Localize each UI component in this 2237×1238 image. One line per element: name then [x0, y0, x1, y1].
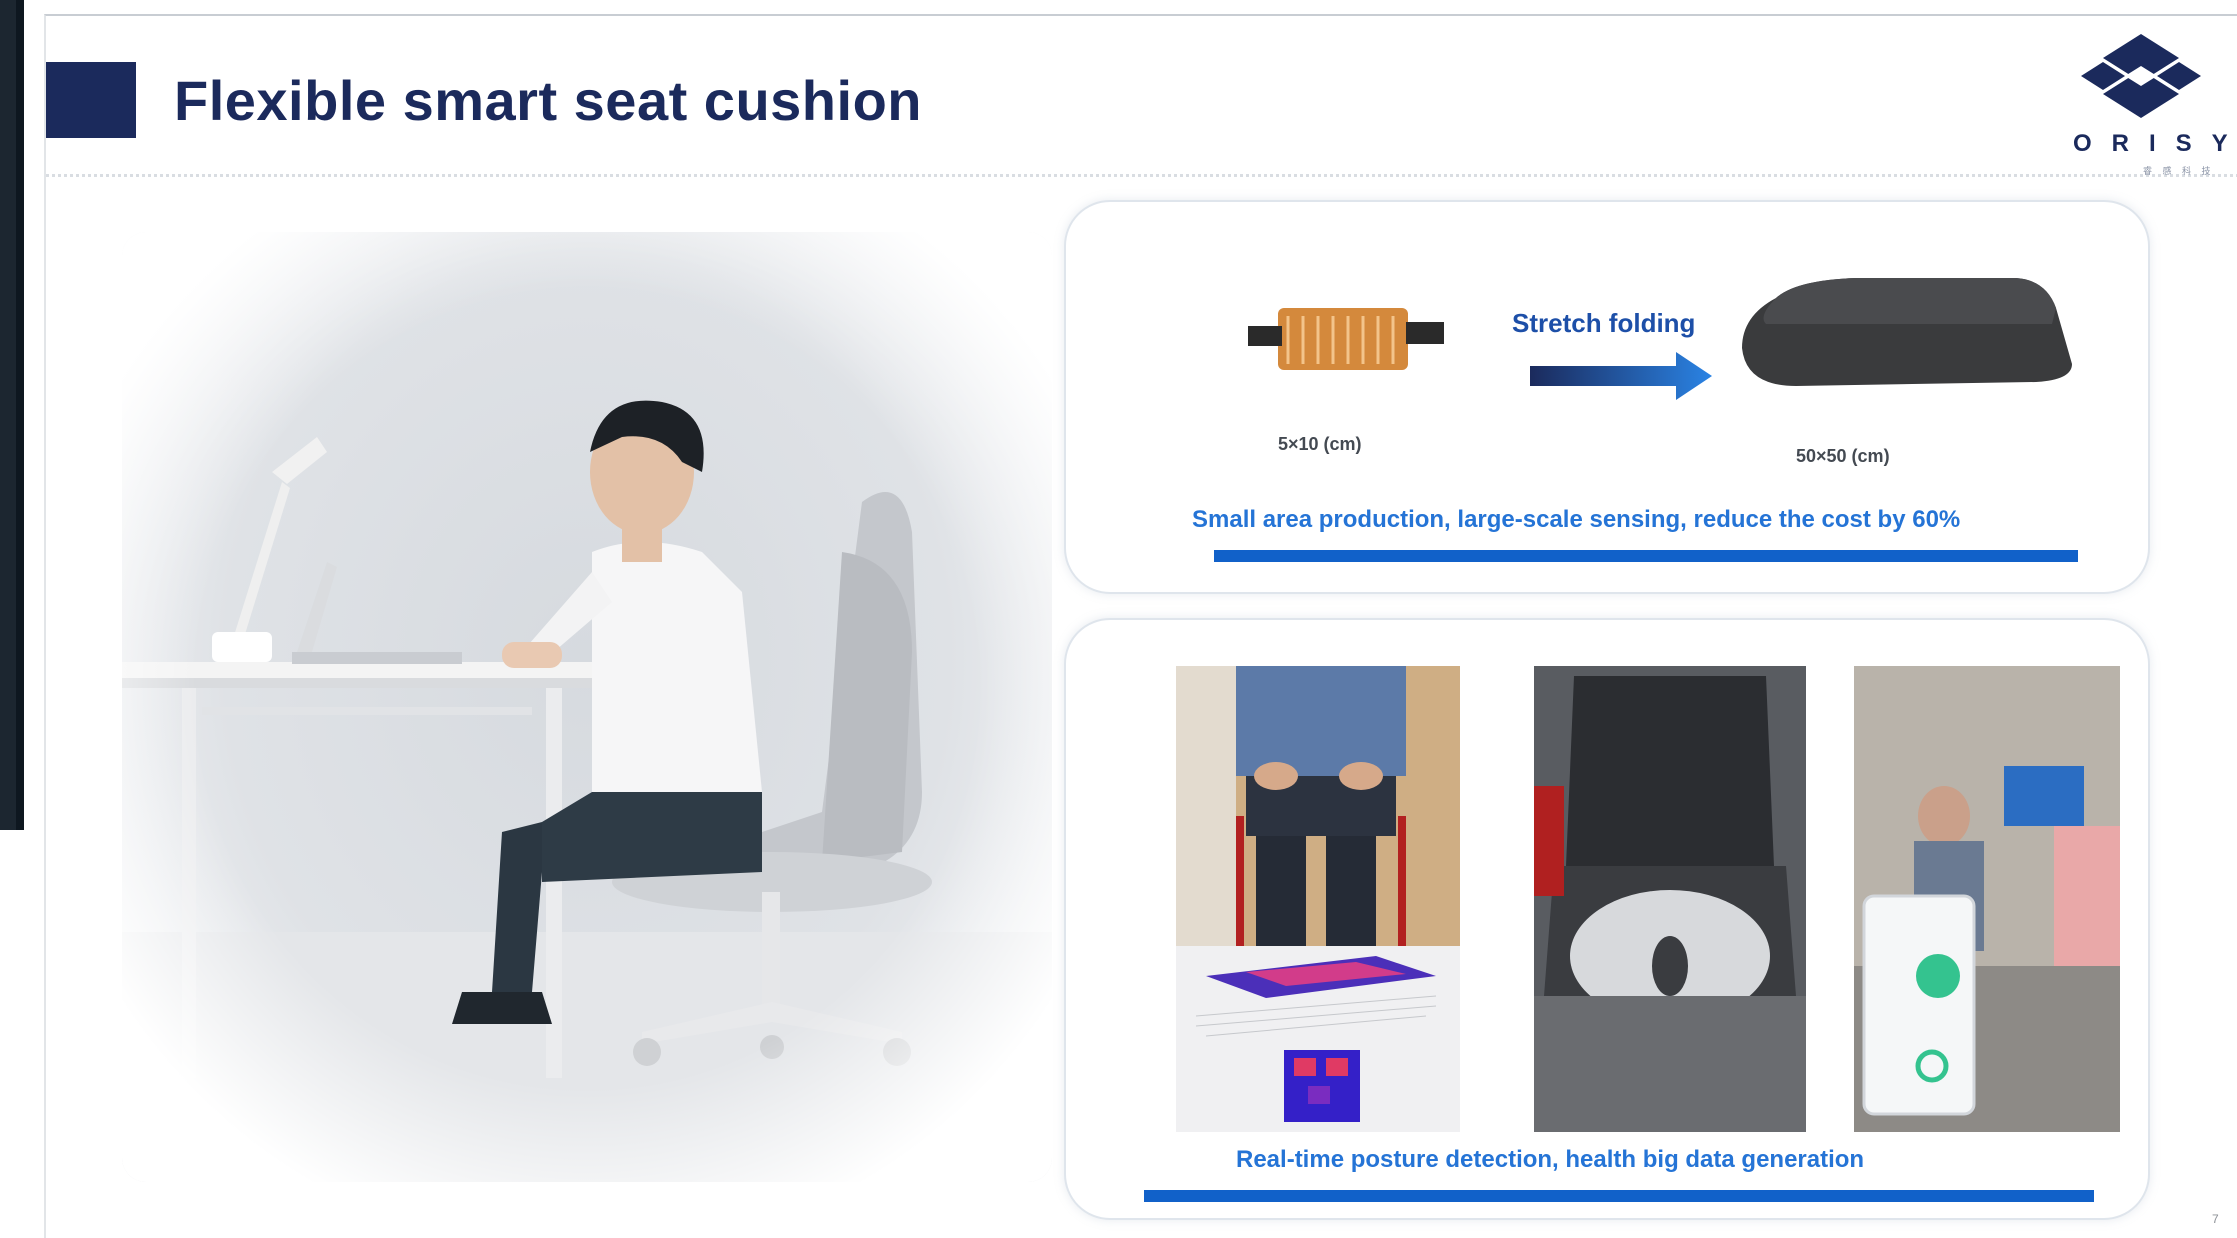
seated-person-image: [1176, 666, 1460, 946]
man-at-desk-photo: [122, 232, 1052, 1182]
right-arrow-icon: [1530, 352, 1712, 400]
diamond-knot-logo-icon: [2081, 34, 2201, 118]
small-size-label: 5×10 (cm): [1278, 434, 1362, 454]
left-window-edge: [0, 0, 24, 830]
manufacturing-panel: 5×10 (cm) Stretch folding 50×50 (cm) Sma…: [1064, 200, 2150, 594]
page-number: 7: [2212, 1212, 2219, 1226]
office-user-with-app-image: [1854, 666, 2120, 1132]
logo-subtitle: 睿 感 科 技: [2143, 166, 2215, 176]
title-divider: [46, 174, 2237, 177]
left-window-edge-inner: [0, 0, 16, 830]
title-accent-square: [46, 62, 136, 138]
manufacturing-caption: Small area production, large-scale sensi…: [1192, 506, 1961, 533]
large-cushion-image: [1736, 268, 2076, 400]
small-sensor-image: [1248, 296, 1448, 386]
manufacturing-caption-underline: [1214, 550, 2078, 562]
logo-wordmark: ORISYS: [2073, 130, 2237, 157]
chair-cushion-image: [1534, 666, 1806, 1132]
applications-panel: Real-time posture detection, health big …: [1064, 618, 2150, 1220]
slide-title: Flexible smart seat cushion: [174, 69, 922, 132]
large-size-label: 50×50 (cm): [1796, 446, 1890, 466]
stretch-folding-label: Stretch folding: [1512, 308, 1696, 338]
pressure-map-image: [1176, 946, 1460, 1132]
applications-caption: Real-time posture detection, health big …: [1236, 1146, 1865, 1173]
applications-caption-underline: [1144, 1190, 2094, 1202]
orisys-logo: ORISYS 睿 感 科 技: [2061, 26, 2237, 186]
